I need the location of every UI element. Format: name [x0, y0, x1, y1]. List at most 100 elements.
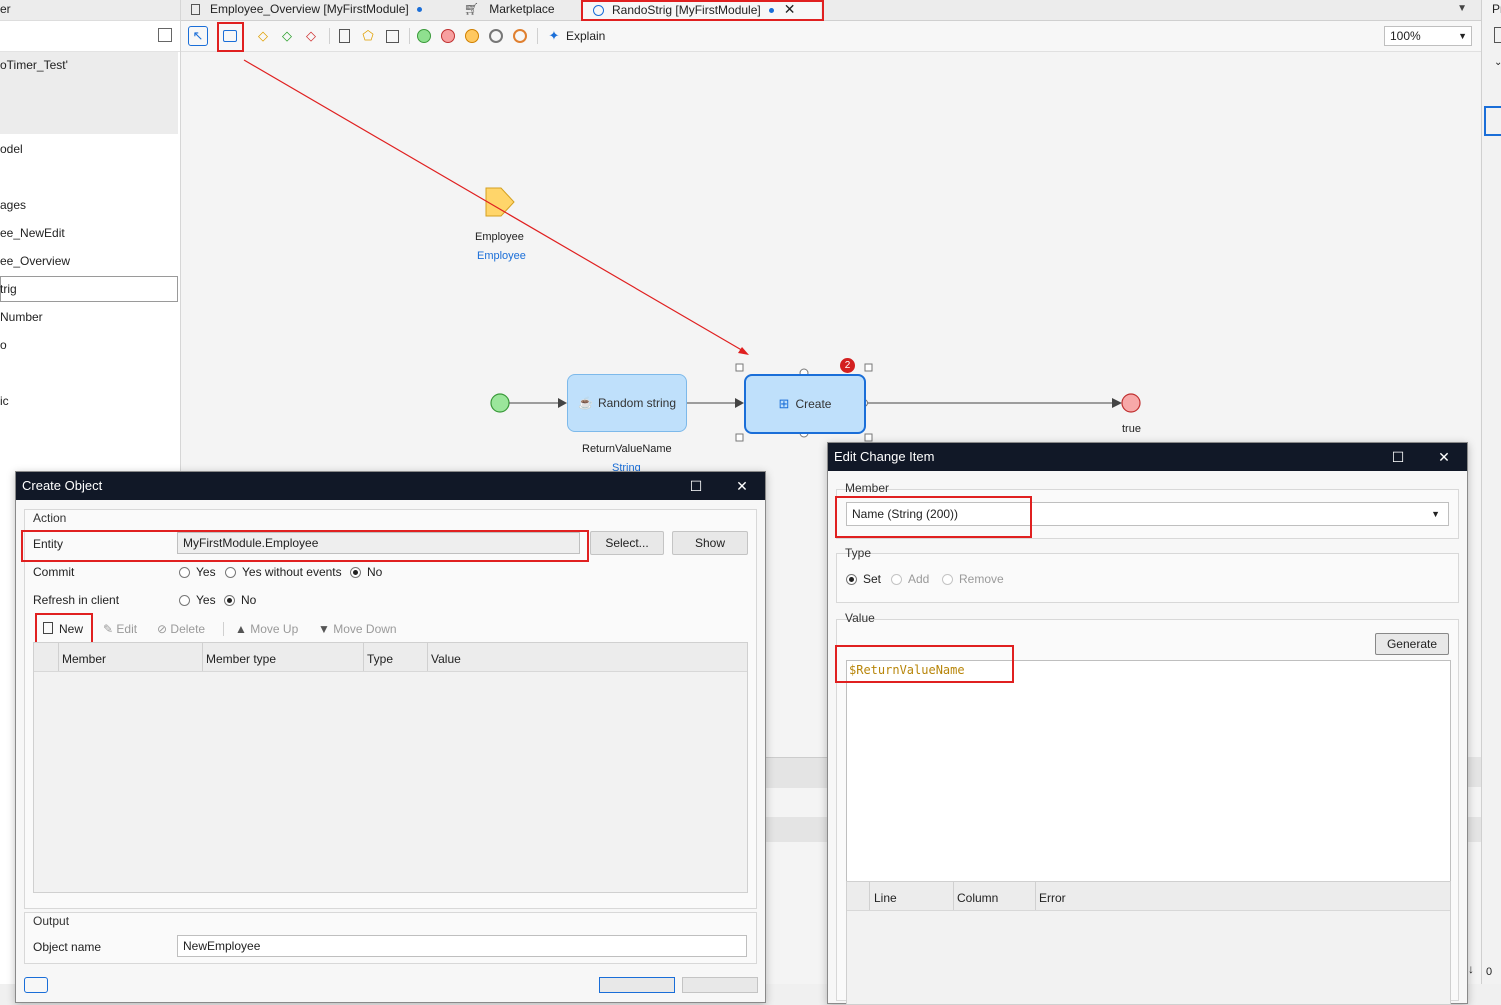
refresh-no-radio[interactable]: No [224, 593, 256, 607]
delete-button[interactable]: ⊘ Delete [157, 622, 205, 636]
selection-handle [864, 363, 873, 372]
maximize-icon[interactable]: ☐ [681, 472, 711, 500]
merge-icon[interactable]: ◇ [278, 27, 296, 45]
column-error[interactable]: Error [1039, 891, 1066, 905]
show-button[interactable]: Show [672, 531, 748, 555]
error-event-icon[interactable] [463, 27, 481, 45]
tree-item-domain-model[interactable]: odel [0, 142, 23, 156]
properties-strip: Pr ⌄ ↓ 0 [1468, 0, 1501, 984]
member-grid[interactable]: Member Member type Type Value [33, 642, 748, 893]
column-column[interactable]: Column [957, 891, 998, 905]
column-member-type[interactable]: Member type [206, 652, 276, 666]
flow-arrow-1 [558, 398, 567, 408]
edit-change-item-dialog: Edit Change Item ☐ ✕ Member Name (String… [827, 442, 1468, 1005]
document-tabs: Employee_Overview [MyFirstModule] 🛒︎ Mark… [181, 0, 1481, 21]
ok-button[interactable] [599, 977, 675, 993]
zoom-select[interactable]: 100% ▼ [1384, 26, 1472, 46]
commit-yes-radio[interactable]: Yes [179, 565, 216, 579]
column-member[interactable]: Member [62, 652, 106, 666]
pencil-icon: ✎ [103, 622, 114, 636]
document-icon[interactable] [1494, 27, 1501, 43]
member-group-label: Member [845, 481, 890, 495]
tabs-overflow-icon[interactable]: ▼ [1457, 3, 1467, 14]
new-button[interactable]: New [43, 622, 83, 636]
column-type[interactable]: Type [367, 652, 393, 666]
column-line[interactable]: Line [874, 891, 897, 905]
chevron-down-icon[interactable]: ⌄ [1494, 57, 1501, 68]
decision-icon[interactable]: ◇ [254, 27, 272, 45]
tree-item-newedit[interactable]: ee_NewEdit [0, 226, 65, 240]
tree-item-number[interactable]: Number [0, 310, 43, 324]
create-object-icon: ⊞ [778, 396, 790, 411]
output-group-label: Output [33, 914, 70, 928]
type-set-radio[interactable]: Set [846, 572, 881, 586]
explorer-header: er [0, 0, 180, 21]
object-name-field[interactable]: NewEmployee [177, 935, 747, 957]
layout-icon[interactable] [158, 28, 172, 42]
continue-event-icon[interactable] [487, 27, 505, 45]
explain-button[interactable]: Explain [566, 29, 605, 43]
pointer-tool-icon[interactable]: ↖ [188, 26, 208, 46]
tree-item-randostrig[interactable]: trig [0, 282, 17, 296]
tree-item-selected[interactable] [0, 276, 178, 302]
commit-no-radio[interactable]: No [350, 565, 382, 579]
close-icon[interactable]: ✕ [784, 1, 796, 17]
create-object-dialog: Create Object ☐ ✕ Action Entity MyFirstM… [15, 471, 766, 1003]
end-event-icon[interactable] [439, 27, 457, 45]
refresh-label: Refresh in client [33, 593, 120, 607]
tree-item-pages[interactable]: ages [0, 198, 26, 212]
commit-yes-without-events-radio[interactable]: Yes without events [225, 565, 342, 579]
selection-handle [735, 433, 744, 442]
entity-field[interactable]: MyFirstModule.Employee [177, 532, 580, 554]
sparkle-icon[interactable]: ✦ [545, 27, 563, 45]
type-add-radio[interactable]: Add [891, 572, 929, 586]
tab-marketplace[interactable]: 🛒︎ Marketplace [464, 0, 555, 19]
parameter-icon[interactable]: ⬠ [359, 27, 377, 45]
type-remove-radio[interactable]: Remove [942, 572, 1004, 586]
properties-label: Pr [1492, 2, 1501, 16]
down-arrow-icon: ↓ [1468, 962, 1474, 976]
maximize-icon[interactable]: ☐ [1383, 443, 1413, 471]
microflow-toolbar: ↖ ◇ ◇ ◇ ⬠ ✦ Explain 100% ▼ [181, 21, 1481, 52]
delete-icon: ⊘ [157, 622, 168, 636]
page-icon [191, 4, 200, 15]
tree-item-o[interactable]: o [0, 338, 7, 352]
close-icon[interactable]: ✕ [1429, 443, 1459, 471]
expression-editor[interactable]: $ReturnValueName [846, 660, 1451, 883]
object-name-label: Object name [33, 940, 102, 954]
move-down-button[interactable]: ▼ Move Down [318, 622, 397, 636]
status-count: 0 [1486, 966, 1493, 978]
tree-item-overview[interactable]: ee_Overview [0, 254, 70, 268]
loop-icon[interactable] [383, 27, 401, 45]
activity-random-string[interactable]: ☕ Random string [567, 374, 687, 432]
refresh-yes-radio[interactable]: Yes [179, 593, 216, 607]
explorer-toolbar [0, 21, 180, 52]
errors-grid[interactable]: Line Column Error [846, 881, 1451, 1005]
move-up-button[interactable]: ▲ Move Up [235, 622, 298, 636]
edit-button[interactable]: ✎ Edit [103, 622, 137, 636]
tab-employee-overview[interactable]: Employee_Overview [MyFirstModule] [191, 0, 422, 19]
commit-label: Commit [33, 565, 75, 579]
tree-item-ic[interactable]: ic [0, 394, 9, 408]
close-icon[interactable]: ✕ [727, 472, 757, 500]
activity-create-object[interactable]: ⊞ Create [744, 374, 866, 434]
flow-arrow-2 [735, 398, 744, 408]
select-button[interactable]: Select... [590, 531, 664, 555]
java-action-icon: ☕ [578, 396, 593, 410]
generate-button[interactable]: Generate [1375, 633, 1449, 655]
help-button[interactable] [24, 977, 48, 993]
tab-randostrig[interactable]: RandoStrig [MyFirstModule] ✕ [583, 0, 821, 20]
selection-handle [864, 433, 873, 442]
tree-item-timer-test[interactable]: oTimer_Test' [0, 58, 68, 72]
unsaved-dot [416, 7, 422, 13]
start-event-icon[interactable] [415, 27, 433, 45]
member-select[interactable]: Name (String (200)) ▼ [846, 502, 1449, 526]
chevron-down-icon: ▼ [1431, 509, 1440, 519]
property-field[interactable] [1484, 106, 1501, 136]
break-event-icon[interactable] [511, 27, 529, 45]
column-value[interactable]: Value [431, 652, 461, 666]
cancel-button[interactable] [682, 977, 758, 993]
error-decision-icon[interactable]: ◇ [302, 27, 320, 45]
annotation-icon[interactable] [335, 27, 353, 45]
activity-tool-icon[interactable] [221, 27, 239, 45]
